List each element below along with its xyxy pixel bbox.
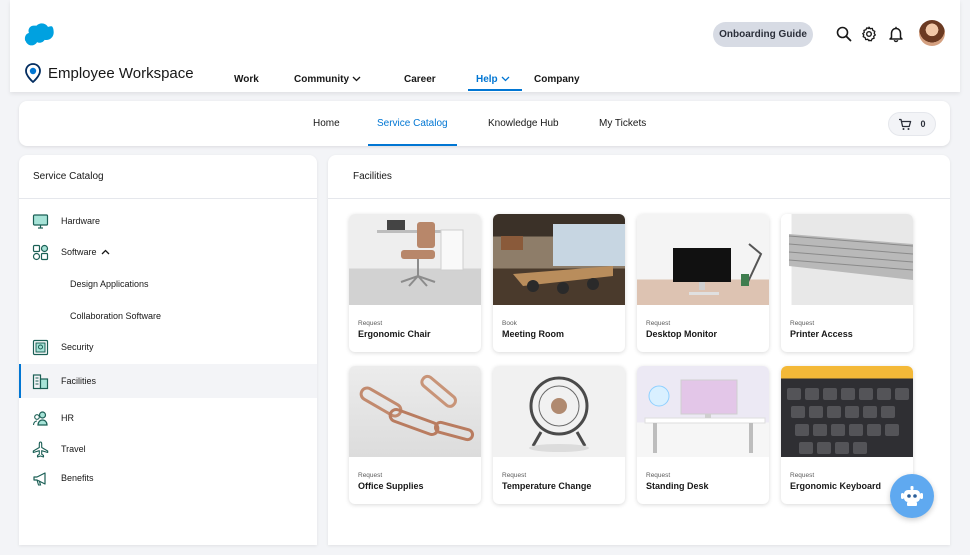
- sidebar-item-label: Security: [61, 342, 94, 352]
- sidebar-item-hr[interactable]: HR: [19, 403, 317, 433]
- catalog-card-meeting-room[interactable]: Book Meeting Room: [493, 214, 625, 352]
- sidebar-item-collaboration-software[interactable]: Collaboration Software: [19, 301, 317, 331]
- sidebar-item-design-applications[interactable]: Design Applications: [19, 269, 317, 299]
- bell-icon[interactable]: [887, 25, 905, 43]
- sidebar-item-label: Collaboration Software: [70, 311, 162, 321]
- nav-item-career[interactable]: Career: [404, 68, 436, 90]
- card-kicker: Request: [646, 320, 671, 327]
- standing-desk-image: [637, 366, 769, 457]
- tab-label: Knowledge Hub: [488, 118, 559, 129]
- card-name: Ergonomic Chair: [358, 329, 431, 339]
- catalog-card-printer-access[interactable]: Request Printer Access: [781, 214, 913, 352]
- sidebar-item-label: Facilities: [61, 376, 97, 386]
- facilities-panel: Facilities Request Ergonomic Chair Book …: [328, 155, 950, 545]
- tab-home[interactable]: Home: [313, 101, 340, 146]
- apps-icon: [32, 244, 49, 260]
- tab-label: Service Catalog: [377, 118, 448, 129]
- cart-icon: [899, 118, 912, 130]
- sidebar-title: Service Catalog: [19, 155, 317, 199]
- gear-icon[interactable]: [860, 25, 878, 43]
- brand-name: Employee Workspace: [48, 64, 194, 82]
- people-icon: [32, 410, 48, 426]
- sidebar-item-facilities[interactable]: Facilities: [19, 364, 317, 398]
- card-name: Ergonomic Keyboard: [790, 481, 882, 491]
- sidebar-item-security[interactable]: Security: [19, 332, 317, 362]
- onboarding-guide-button[interactable]: Onboarding Guide: [713, 22, 813, 47]
- chevron-up-icon: [101, 249, 109, 255]
- tab-my-tickets[interactable]: My Tickets: [599, 101, 646, 146]
- sidebar-item-label: HR: [61, 413, 74, 423]
- card-name: Office Supplies: [358, 481, 424, 491]
- nav-label: Work: [234, 73, 259, 85]
- salesforce-logo-icon[interactable]: [24, 22, 56, 46]
- printer-paper-image: [781, 214, 913, 305]
- card-kicker: Request: [790, 320, 815, 327]
- catalog-card-temperature-change[interactable]: Request Temperature Change: [493, 366, 625, 504]
- nav-label: Help: [476, 73, 498, 85]
- sidebar-item-label: Hardware: [61, 216, 101, 226]
- desk-fan-image: [493, 366, 625, 457]
- chevron-down-icon: [352, 76, 361, 82]
- tab-label: My Tickets: [599, 118, 647, 129]
- cart-count: 0: [920, 119, 926, 129]
- chevron-down-icon: [501, 76, 510, 82]
- brand[interactable]: Employee Workspace: [24, 63, 194, 83]
- sidebar-item-label: Software: [61, 247, 97, 257]
- desktop-monitor-image: [637, 214, 769, 305]
- search-icon[interactable]: [835, 25, 853, 43]
- sidebar-item-benefits[interactable]: Benefits: [19, 463, 317, 493]
- meeting-room-image: [493, 214, 625, 305]
- ergonomic-chair-image: [349, 214, 481, 305]
- nav-label: Community: [294, 73, 349, 85]
- nav-item-community[interactable]: Community: [294, 68, 374, 90]
- card-kicker: Book: [502, 320, 517, 327]
- catalog-card-desktop-monitor[interactable]: Request Desktop Monitor: [637, 214, 769, 352]
- tab-knowledge-hub[interactable]: Knowledge Hub: [488, 101, 559, 146]
- nav-label: Company: [534, 73, 580, 85]
- sidebar-item-hardware[interactable]: Hardware: [19, 206, 317, 236]
- catalog-card-standing-desk[interactable]: Request Standing Desk: [637, 366, 769, 504]
- chatbot-button[interactable]: [890, 474, 934, 518]
- megaphone-icon: [33, 471, 46, 486]
- card-kicker: Request: [502, 472, 527, 479]
- robot-icon: [901, 486, 923, 506]
- office-supplies-image: [349, 366, 481, 457]
- card-kicker: Request: [790, 472, 815, 479]
- card-name: Temperature Change: [502, 481, 592, 491]
- secondary-navigation: Home Service Catalog Knowledge Hub My Ti…: [19, 101, 950, 146]
- card-kicker: Request: [358, 320, 383, 327]
- sidebar-item-label-wrap: Software: [61, 247, 110, 257]
- tab-label: Home: [313, 118, 340, 129]
- ergonomic-keyboard-image: [781, 366, 913, 457]
- tab-service-catalog[interactable]: Service Catalog: [368, 101, 457, 146]
- card-name: Printer Access: [790, 329, 853, 339]
- security-icon: [32, 339, 49, 355]
- sidebar-item-label: Design Applications: [70, 279, 149, 289]
- nav-label: Career: [404, 73, 436, 85]
- nav-item-work[interactable]: Work: [234, 68, 259, 90]
- sidebar-item-label: Travel: [61, 444, 86, 454]
- sidebar-item-software[interactable]: Software: [19, 237, 317, 267]
- cart-button[interactable]: 0: [888, 112, 936, 136]
- user-avatar[interactable]: [919, 20, 945, 46]
- card-name: Meeting Room: [502, 329, 564, 339]
- card-kicker: Request: [646, 472, 671, 479]
- panel-title: Facilities: [328, 155, 950, 199]
- global-header: Onboarding Guide Employee Workspace Work…: [10, 0, 960, 92]
- catalog-card-office-supplies[interactable]: Request Office Supplies: [349, 366, 481, 504]
- monitor-icon: [32, 213, 49, 229]
- card-name: Standing Desk: [646, 481, 709, 491]
- sidebar: Service Catalog Hardware Software Design…: [19, 155, 317, 545]
- card-kicker: Request: [358, 472, 383, 479]
- airplane-icon: [32, 440, 49, 458]
- sidebar-item-travel[interactable]: Travel: [19, 434, 317, 464]
- nav-item-company[interactable]: Company: [534, 68, 594, 90]
- catalog-card-ergonomic-chair[interactable]: Request Ergonomic Chair: [349, 214, 481, 352]
- sidebar-item-label: Benefits: [61, 473, 94, 483]
- location-pin-icon: [25, 63, 41, 83]
- card-name: Desktop Monitor: [646, 329, 717, 339]
- nav-item-help[interactable]: Help: [468, 68, 522, 91]
- building-icon: [32, 373, 49, 389]
